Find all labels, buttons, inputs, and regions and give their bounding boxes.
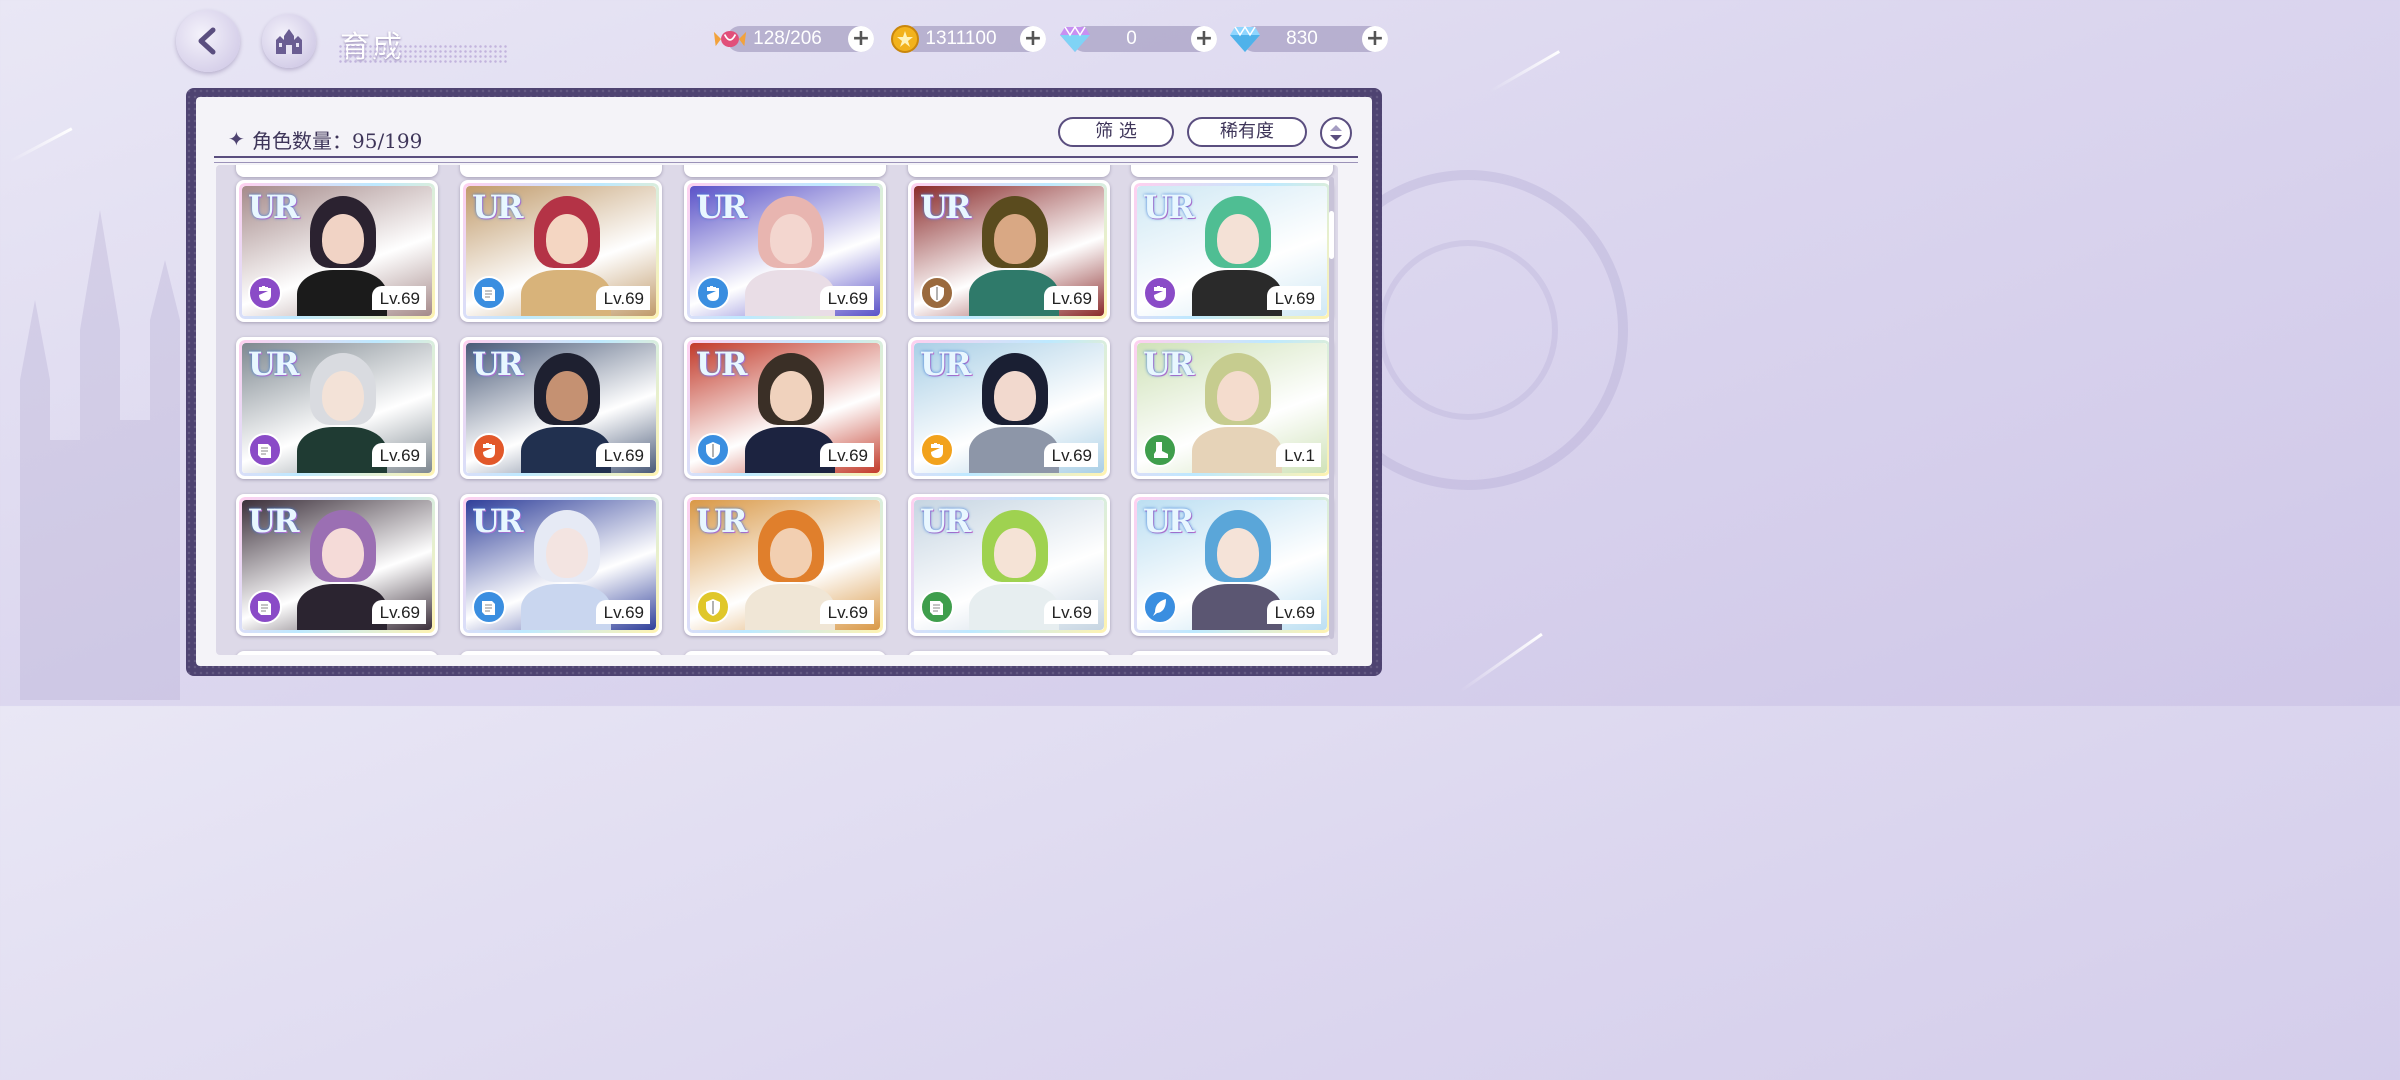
sparkle-icon: ✦	[228, 127, 245, 151]
character-card[interactable]: UR Lv.69	[236, 494, 438, 636]
card-frame	[911, 340, 1107, 476]
card-frame	[463, 183, 659, 319]
character-card-partial[interactable]	[236, 651, 438, 655]
character-grid: UR Lv.69 UR Lv.69 UR	[216, 165, 1338, 655]
card-frame	[687, 497, 883, 633]
character-card[interactable]: UR Lv.69	[460, 180, 662, 322]
home-button[interactable]	[262, 14, 316, 68]
character-card[interactable]: UR Lv.69	[460, 337, 662, 479]
castle-silhouette	[20, 210, 180, 700]
card-frame	[911, 497, 1107, 633]
sort-order-button[interactable]	[1320, 117, 1352, 149]
card-frame	[1134, 340, 1330, 476]
rarity-sort-button[interactable]: 稀有度	[1187, 117, 1307, 147]
character-card[interactable]: UR Lv.69	[236, 180, 438, 322]
character-panel: ✦ 角色数量：95/199 筛 选 稀有度 UR Lv.69	[186, 88, 1382, 676]
add-rainbow-gem-button[interactable]: +	[1191, 26, 1217, 52]
coin-icon	[888, 22, 922, 56]
character-card[interactable]: UR Lv.69	[684, 494, 886, 636]
back-button[interactable]	[176, 10, 240, 72]
character-card-partial[interactable]	[1131, 165, 1333, 177]
character-card-partial[interactable]	[908, 651, 1110, 655]
title-decoration	[338, 44, 508, 64]
character-card[interactable]: UR Lv.69	[908, 180, 1110, 322]
header-divider	[214, 156, 1358, 163]
character-card-partial[interactable]	[460, 651, 662, 655]
character-card[interactable]: UR Lv.69	[460, 494, 662, 636]
card-frame	[239, 340, 435, 476]
character-card-partial[interactable]	[460, 165, 662, 177]
rainbow-diamond-icon	[1058, 22, 1092, 56]
sort-toggle-icon	[1330, 125, 1342, 141]
candy-currency: 128/206 +	[713, 26, 874, 52]
chevron-left-icon	[198, 27, 216, 55]
light-streak	[1459, 632, 1543, 693]
character-card[interactable]: UR Lv.69	[1131, 494, 1333, 636]
add-candy-button[interactable]: +	[848, 26, 874, 52]
card-frame	[1134, 497, 1330, 633]
character-card-partial[interactable]	[684, 165, 886, 177]
rainbow-gem-currency: 0 +	[1060, 25, 1217, 52]
panel-inner: ✦ 角色数量：95/199 筛 选 稀有度 UR Lv.69	[196, 97, 1372, 666]
character-card[interactable]: UR Lv.69	[684, 337, 886, 479]
scrollbar-thumb[interactable]	[1329, 211, 1334, 259]
card-frame	[463, 497, 659, 633]
card-frame	[239, 183, 435, 319]
character-card-partial[interactable]	[908, 165, 1110, 177]
castle-home-icon	[276, 29, 302, 54]
character-card[interactable]: UR Lv.69	[236, 337, 438, 479]
character-card[interactable]: UR Lv.69	[908, 337, 1110, 479]
light-streak	[9, 127, 73, 163]
candy-icon	[713, 22, 747, 56]
add-gold-button[interactable]: +	[1020, 26, 1046, 52]
character-card[interactable]: UR Lv.69	[1131, 180, 1333, 322]
character-card-partial[interactable]	[1131, 651, 1333, 655]
card-frame	[239, 497, 435, 633]
card-frame	[463, 340, 659, 476]
card-frame	[911, 183, 1107, 319]
card-frame	[1134, 183, 1330, 319]
character-card-partial[interactable]	[236, 165, 438, 177]
scrollbar[interactable]	[1329, 177, 1334, 639]
character-card[interactable]: UR Lv.69	[908, 494, 1110, 636]
character-card-partial[interactable]	[684, 651, 886, 655]
filter-button[interactable]: 筛 选	[1058, 117, 1174, 147]
character-count: 角色数量：95/199	[252, 129, 423, 153]
character-card[interactable]: UR Lv.1	[1131, 337, 1333, 479]
light-streak	[1489, 50, 1561, 93]
card-frame	[687, 340, 883, 476]
card-frame	[687, 183, 883, 319]
add-diamond-button[interactable]: +	[1362, 26, 1388, 52]
diamond-currency: 830 +	[1230, 25, 1388, 52]
character-card[interactable]: UR Lv.69	[684, 180, 886, 322]
gold-currency: 1311100 +	[891, 25, 1046, 53]
diamond-icon	[1228, 22, 1262, 56]
